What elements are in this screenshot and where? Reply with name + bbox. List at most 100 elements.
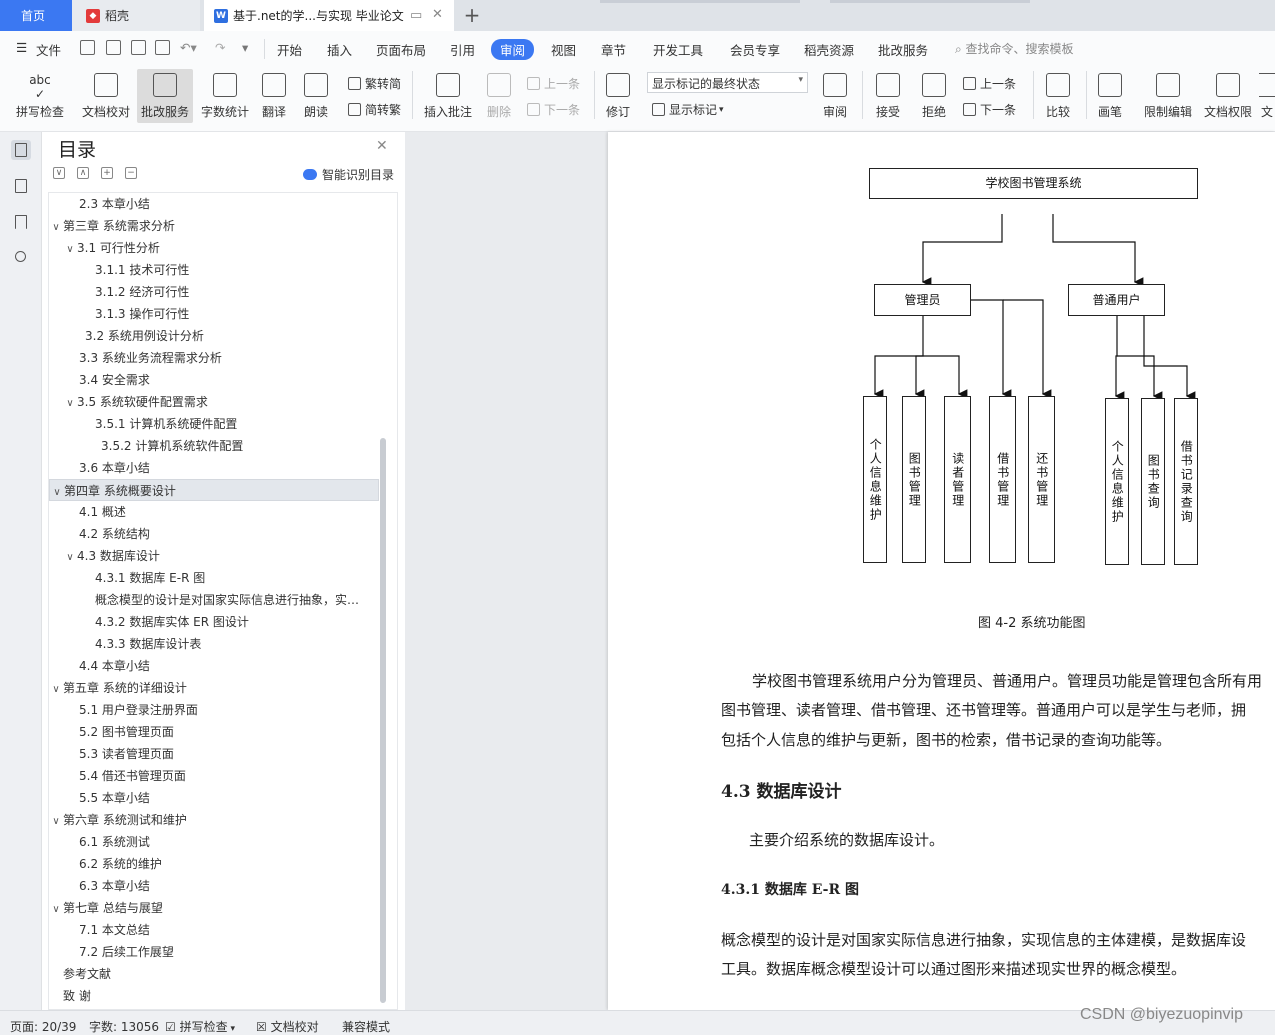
chevron-down-icon[interactable]: ∨ (49, 217, 63, 237)
next-change-button[interactable]: 下一条 (963, 101, 1016, 118)
save-icon[interactable] (80, 40, 95, 55)
review-service-button[interactable]: 批改服务 (137, 69, 193, 123)
toc-item[interactable]: ∨ 第三章 系统需求分析 (49, 215, 379, 237)
toc-item[interactable]: 4.2 系统结构 (49, 523, 379, 545)
collapse-all-icon[interactable]: ∨ (53, 167, 65, 179)
read-aloud-button[interactable]: 朗读 (300, 69, 332, 123)
toc-item[interactable]: ∨ 第五章 系统的详细设计 (49, 677, 379, 699)
toc-item[interactable]: 5.2 图书管理页面 (49, 721, 379, 743)
menu-reference[interactable]: 引用 (450, 40, 475, 59)
chevron-down-icon[interactable]: ∨ (63, 393, 77, 413)
toc-item[interactable]: 5.1 用户登录注册界面 (49, 699, 379, 721)
trad-to-simp-button[interactable]: 繁转简 (348, 75, 401, 92)
toc-item[interactable]: ∨ 3.5 系统软硬件配置需求 (49, 391, 379, 413)
page-indicator[interactable]: 页面: 20/39 (10, 1018, 76, 1035)
customize-icon[interactable]: ▾ (242, 40, 248, 55)
toc-item[interactable]: 7.2 后续工作展望 (49, 941, 379, 963)
menu-devtools[interactable]: 开发工具 (653, 40, 703, 59)
toc-item[interactable]: 6.2 系统的维护 (49, 853, 379, 875)
chevron-down-icon[interactable]: ∨ (49, 811, 63, 831)
menu-member[interactable]: 会员专享 (730, 40, 780, 59)
chevron-down-icon[interactable]: ∨ (49, 679, 63, 699)
chevron-down-icon[interactable]: ∨ (63, 547, 77, 567)
doc-proofread-button[interactable]: 文档校对 (78, 69, 134, 123)
translate-button[interactable]: 翻译 (256, 69, 292, 123)
status-spell-check[interactable]: ☑ 拼写检查 ▾ (165, 1018, 235, 1035)
chevron-down-icon[interactable]: ∨ (63, 239, 77, 259)
doc-permission-button[interactable]: 文档权限 (1200, 69, 1256, 123)
toc-item[interactable]: 4.3.2 数据库实体 ER 图设计 (49, 611, 379, 633)
toc-item[interactable]: ∨ 第四章 系统概要设计 (49, 479, 379, 501)
next-comment-button[interactable]: 下一条 (527, 101, 580, 118)
insert-comment-button[interactable]: 插入批注 (420, 69, 476, 123)
toc-item[interactable]: 4.3.3 数据库设计表 (49, 633, 379, 655)
toc-item[interactable]: ∨ 3.1 可行性分析 (49, 237, 379, 259)
close-tab-icon[interactable]: ✕ (432, 7, 443, 22)
menu-start[interactable]: 开始 (277, 40, 302, 59)
menu-review-service[interactable]: 批改服务 (878, 40, 928, 59)
show-markup-button[interactable]: 显示标记 ▾ (652, 101, 724, 118)
toc-item[interactable]: 致 谢 (49, 985, 379, 1007)
toc-item[interactable]: 3.1.2 经济可行性 (49, 281, 379, 303)
chapter-nav-icon[interactable] (11, 176, 31, 196)
toc-item[interactable]: 3.6 本章小结 (49, 457, 379, 479)
compare-button[interactable]: 比较 (1040, 69, 1076, 123)
prev-change-button[interactable]: 上一条 (963, 75, 1016, 92)
toc-item[interactable]: 3.4 安全需求 (49, 369, 379, 391)
more-button[interactable]: 文 (1259, 69, 1275, 123)
new-tab-button[interactable]: + (460, 3, 484, 27)
menu-chapter[interactable]: 章节 (601, 40, 626, 59)
spell-check-button[interactable]: abc ✓ 拼写检查 (8, 69, 72, 123)
toc-item[interactable]: 概念模型的设计是对国家实际信息进行抽象，实… (49, 589, 379, 611)
toc-item[interactable]: 3.5.1 计算机系统硬件配置 (49, 413, 379, 435)
toc-item[interactable]: ∨ 第七章 总结与展望 (49, 897, 379, 919)
toc-item[interactable]: 3.3 系统业务流程需求分析 (49, 347, 379, 369)
expand-up-icon[interactable]: ∧ (77, 167, 89, 179)
word-count-button[interactable]: 字数统计 (197, 69, 253, 123)
chevron-down-icon[interactable]: ∨ (49, 899, 63, 919)
menu-file[interactable]: 文件 (36, 40, 61, 59)
toc-item[interactable]: 3.5.2 计算机系统软件配置 (49, 435, 379, 457)
reject-button[interactable]: 拒绝 (916, 69, 952, 123)
export-icon[interactable] (106, 40, 121, 55)
markup-state-select[interactable]: 显示标记的最终状态 (647, 72, 808, 93)
toc-item[interactable]: ∨ 4.3 数据库设计 (49, 545, 379, 567)
menu-view[interactable]: 视图 (551, 40, 576, 59)
command-search[interactable]: ⌕ 查找命令、搜索模板 (955, 40, 1074, 57)
menu-layout[interactable]: 页面布局 (376, 40, 426, 59)
menu-daoke-resources[interactable]: 稻壳资源 (804, 40, 854, 59)
undo-icon[interactable]: ↶▾ (180, 40, 197, 55)
monitor-icon[interactable]: ▭ (410, 8, 422, 23)
toc-item[interactable]: ∨ 第六章 系统测试和维护 (49, 809, 379, 831)
review-pane-button[interactable]: 审阅 (817, 69, 853, 123)
menu-review[interactable]: 审阅 (491, 39, 535, 60)
track-changes-button[interactable]: 修订 (600, 69, 636, 123)
print-preview-icon[interactable] (155, 40, 170, 55)
toc-item[interactable]: 4.4 本章小结 (49, 655, 379, 677)
toc-item[interactable]: 3.1.1 技术可行性 (49, 259, 379, 281)
toc-item[interactable]: 5.5 本章小结 (49, 787, 379, 809)
close-icon[interactable]: ✕ (376, 138, 388, 154)
add-heading-icon[interactable]: + (101, 167, 113, 179)
status-proofread[interactable]: ☒ 文档校对 (256, 1018, 319, 1035)
word-count[interactable]: 字数: 13056 (89, 1018, 159, 1035)
prev-comment-button[interactable]: 上一条 (527, 75, 580, 92)
bookmark-icon[interactable] (11, 212, 31, 232)
menu-insert[interactable]: 插入 (327, 40, 352, 59)
tab-daoke[interactable]: ◆ 稻壳 (72, 0, 200, 31)
accept-button[interactable]: 接受 (870, 69, 906, 123)
pen-button[interactable]: 画笔 (1094, 69, 1126, 123)
tab-home[interactable]: 首页 (0, 0, 72, 31)
toc-item[interactable]: 5.4 借还书管理页面 (49, 765, 379, 787)
document-page[interactable]: 学校图书管理系统 管理员 普通用户 个人信息维护 图书管理 读者管理 借书管理 … (608, 132, 1275, 1010)
print-icon[interactable] (131, 40, 146, 55)
toc-item[interactable]: 6.3 本章小结 (49, 875, 379, 897)
toc-item[interactable]: 2.3 本章小结 (49, 193, 379, 215)
search-nav-icon[interactable] (11, 248, 31, 268)
toc-item[interactable]: 4.1 概述 (49, 501, 379, 523)
chevron-down-icon[interactable]: ∨ (50, 482, 64, 500)
smart-toc-button[interactable]: 智能识别目录 (303, 166, 394, 183)
toc-scrollbar[interactable] (380, 438, 386, 1003)
toc-item[interactable]: 6.1 系统测试 (49, 831, 379, 853)
toc-nav-icon[interactable] (11, 140, 31, 160)
